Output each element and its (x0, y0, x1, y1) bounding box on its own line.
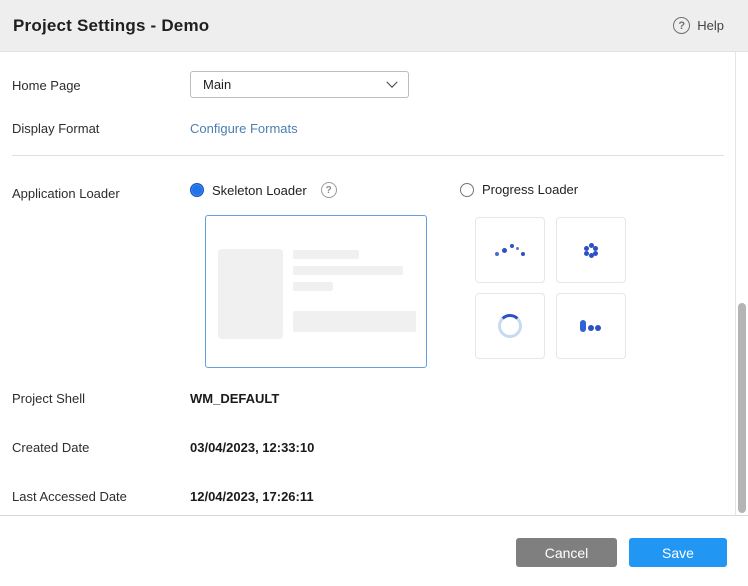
skeleton-loader-radio-label: Skeleton Loader (212, 183, 307, 198)
radio-unselected-icon (460, 183, 474, 197)
help-button[interactable]: ? Help (673, 17, 724, 34)
skeleton-loader-preview[interactable] (205, 215, 427, 368)
skeleton-loader-radio[interactable]: Skeleton Loader ? (190, 182, 337, 198)
home-page-select[interactable]: Main (190, 71, 409, 98)
progress-loader-option-2[interactable] (556, 217, 626, 283)
dialog-footer: Cancel Save (0, 515, 748, 586)
skeleton-block-placeholder (293, 311, 416, 332)
progress-loader-option-4[interactable] (556, 293, 626, 359)
skeleton-text-bar (293, 250, 359, 259)
configure-formats-link[interactable]: Configure Formats (190, 121, 298, 136)
scrollbar-thumb[interactable] (738, 303, 746, 513)
created-date-label: Created Date (12, 440, 89, 455)
progress-loader-radio[interactable]: Progress Loader (460, 182, 578, 197)
project-shell-label: Project Shell (12, 391, 85, 406)
progress-loader-option-3[interactable] (475, 293, 545, 359)
home-page-label: Home Page (12, 78, 81, 93)
last-accessed-date-label: Last Accessed Date (12, 489, 127, 504)
application-loader-label: Application Loader (12, 186, 120, 201)
project-settings-dialog: Project Settings - Demo ? Help Home Page… (0, 0, 748, 586)
ring-spinner-icon (498, 314, 522, 338)
dialog-header: Project Settings - Demo ? Help (0, 0, 748, 52)
question-circle-icon[interactable]: ? (321, 182, 337, 198)
skeleton-text-bar (293, 282, 333, 291)
section-divider (12, 155, 724, 156)
flower-spinner-icon (584, 243, 598, 257)
progress-loader-option-1[interactable] (475, 217, 545, 283)
vertical-scrollbar[interactable] (735, 52, 748, 515)
created-date-value: 03/04/2023, 12:33:10 (190, 440, 314, 455)
help-icon: ? (673, 17, 690, 34)
last-accessed-date-value: 12/04/2023, 17:26:11 (190, 489, 314, 504)
skeleton-image-placeholder (218, 249, 283, 339)
dots-arc-spinner-icon (495, 242, 525, 258)
bouncing-dots-spinner-icon (580, 320, 602, 332)
display-format-label: Display Format (12, 121, 99, 136)
page-title: Project Settings - Demo (13, 16, 209, 36)
skeleton-text-bar (293, 266, 403, 275)
save-button[interactable]: Save (629, 538, 727, 567)
cancel-button[interactable]: Cancel (516, 538, 617, 567)
radio-selected-icon (190, 183, 204, 197)
chevron-down-icon (386, 76, 397, 87)
progress-loader-radio-label: Progress Loader (482, 182, 578, 197)
project-shell-value: WM_DEFAULT (190, 391, 279, 406)
help-label: Help (697, 18, 724, 33)
home-page-selected-value: Main (203, 77, 231, 92)
